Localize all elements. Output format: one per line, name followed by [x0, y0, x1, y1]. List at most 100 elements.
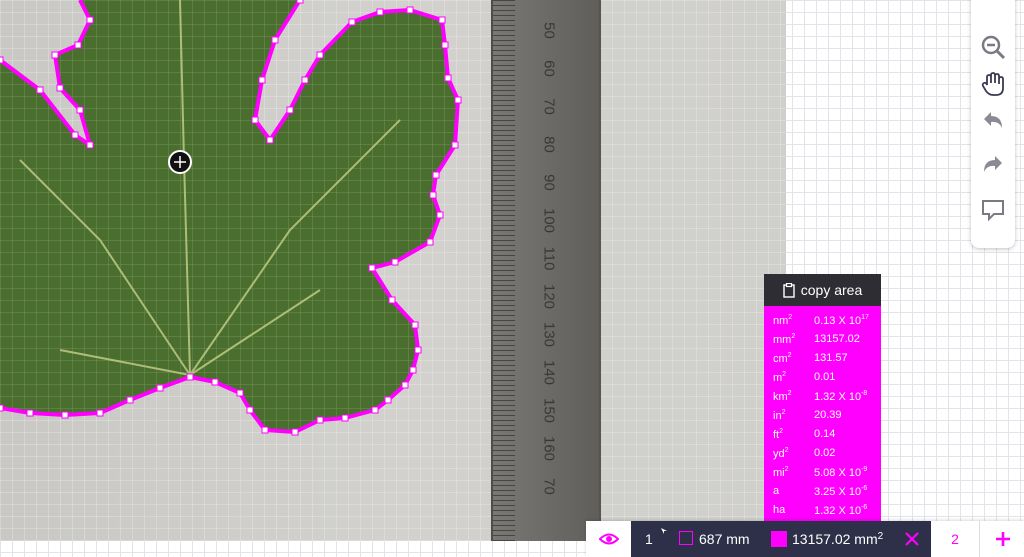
selection-handle — [426, 238, 434, 246]
selection-handle — [441, 41, 449, 49]
selection-handle — [286, 106, 294, 114]
selection-handle — [86, 16, 94, 24]
clipboard-icon — [783, 282, 795, 298]
selection-handle — [291, 428, 299, 436]
selection-handle — [451, 141, 459, 149]
measurement-bar[interactable]: 1 687 mm 13157.02 mm2 2 — [631, 521, 979, 557]
hand-pan-icon[interactable] — [979, 70, 1007, 98]
selection-handle — [384, 396, 392, 404]
area-unit: a — [773, 485, 780, 497]
undo-icon[interactable] — [979, 107, 1007, 135]
selection-handle — [0, 56, 4, 64]
selection-handle — [56, 84, 64, 92]
selection-handle — [348, 18, 356, 26]
selection-handle — [251, 116, 259, 124]
selection-handle — [126, 396, 134, 404]
selection-handle — [432, 171, 440, 179]
tool-sidebar — [971, 0, 1015, 248]
cursor-marker-icon — [661, 528, 667, 534]
selection-handle — [388, 296, 396, 304]
area-value: 13157.02 — [814, 333, 860, 345]
area-row: km2 1.32 X 10-8 — [764, 390, 881, 409]
selection-handle — [96, 409, 104, 417]
selection-handle — [406, 6, 414, 14]
area-unit: in2 — [773, 409, 786, 422]
area-value: 0.01 — [814, 371, 836, 383]
selection-handle — [51, 51, 59, 59]
selection-handle — [74, 41, 82, 49]
area-row: a 3.25 X 10-6 — [764, 485, 881, 504]
selection-handle — [368, 264, 376, 272]
selection-handle — [429, 191, 437, 199]
zoom-out-icon[interactable] — [979, 33, 1007, 61]
selection-handle — [258, 76, 266, 84]
selection-handle — [271, 36, 279, 44]
area-unit: m2 — [773, 371, 787, 384]
layer-2-tab[interactable]: 2 — [931, 521, 979, 557]
selection-handle — [86, 141, 94, 149]
selection-handle — [61, 411, 69, 419]
selection-handle — [301, 76, 309, 84]
area-row: ft2 0.14 — [764, 428, 881, 447]
area-value: 131.57 — [814, 352, 848, 364]
area-row: cm2 131.57 — [764, 352, 881, 371]
selection-handle — [76, 106, 84, 114]
redo-icon[interactable] — [979, 151, 1007, 179]
selection-handle — [236, 389, 244, 397]
area-value: 0.14 — [814, 428, 836, 440]
selection-handle — [436, 211, 444, 219]
area-units-panel: copy area nm2 0.13 X 1017 mm2 13157.02 cm2 13… — [764, 274, 881, 521]
selection-handle — [438, 16, 446, 24]
selection-handle — [316, 416, 324, 424]
area-unit: cm2 — [773, 352, 792, 365]
selection-handle — [411, 321, 419, 329]
area-value: 13157.02 mm2 — [792, 531, 884, 547]
selection-handle — [0, 404, 4, 412]
selection-handle — [71, 131, 79, 139]
selection-handle — [409, 366, 417, 374]
selection-handle — [211, 378, 219, 386]
selection-handle — [414, 346, 422, 354]
area-row: mm2 13157.02 — [764, 333, 881, 352]
photo-canvas[interactable]: 50 60 70 80 90 100 110 120 130 140 150 160 70 — [0, 0, 786, 541]
plus-icon — [995, 532, 1010, 546]
area-value: 20.39 — [814, 409, 842, 421]
selection-handle — [296, 0, 304, 4]
crosshair-cursor-icon — [168, 150, 192, 174]
area-value: 0.02 — [814, 447, 836, 459]
area-unit: km2 — [773, 390, 792, 403]
area-row: yd2 0.02 — [764, 447, 881, 466]
area-unit: nm2 — [773, 314, 793, 327]
area-value: 1.32 X 10-8 — [814, 390, 868, 403]
area-unit: yd2 — [773, 447, 789, 460]
copy-area-button[interactable]: copy area — [764, 274, 881, 306]
selection-handle — [391, 258, 399, 266]
selection-handle — [454, 96, 462, 104]
area-unit: mm2 — [773, 333, 796, 346]
selection-handle — [371, 406, 379, 414]
selection-handle — [36, 86, 44, 94]
area-unit: ft2 — [773, 428, 784, 441]
eye-icon[interactable] — [586, 521, 631, 557]
selection-handle — [401, 381, 409, 389]
perimeter-square-icon — [679, 531, 693, 545]
leaf-selection-svg[interactable] — [0, 0, 786, 541]
area-value: 3.25 X 10-6 — [814, 485, 868, 498]
area-value: 5.08 X 10-9 — [814, 466, 868, 479]
area-square-icon — [771, 531, 787, 547]
selection-handle — [316, 51, 324, 59]
selection-handle — [186, 373, 194, 381]
area-row: nm2 0.13 X 1017 — [764, 314, 881, 333]
add-layer-button[interactable] — [979, 521, 1024, 557]
selection-handle — [266, 136, 274, 144]
selection-handle — [444, 74, 452, 82]
layer-number: 1 — [645, 531, 653, 547]
area-unit: ha — [773, 504, 786, 516]
area-value: 0.13 X 1017 — [814, 314, 869, 327]
selection-handle — [246, 406, 254, 414]
leaf-grid-overlay — [0, 0, 458, 432]
selection-handle — [341, 414, 349, 422]
close-icon[interactable] — [905, 532, 919, 546]
selection-handle — [156, 384, 164, 392]
comment-icon[interactable] — [979, 196, 1007, 224]
